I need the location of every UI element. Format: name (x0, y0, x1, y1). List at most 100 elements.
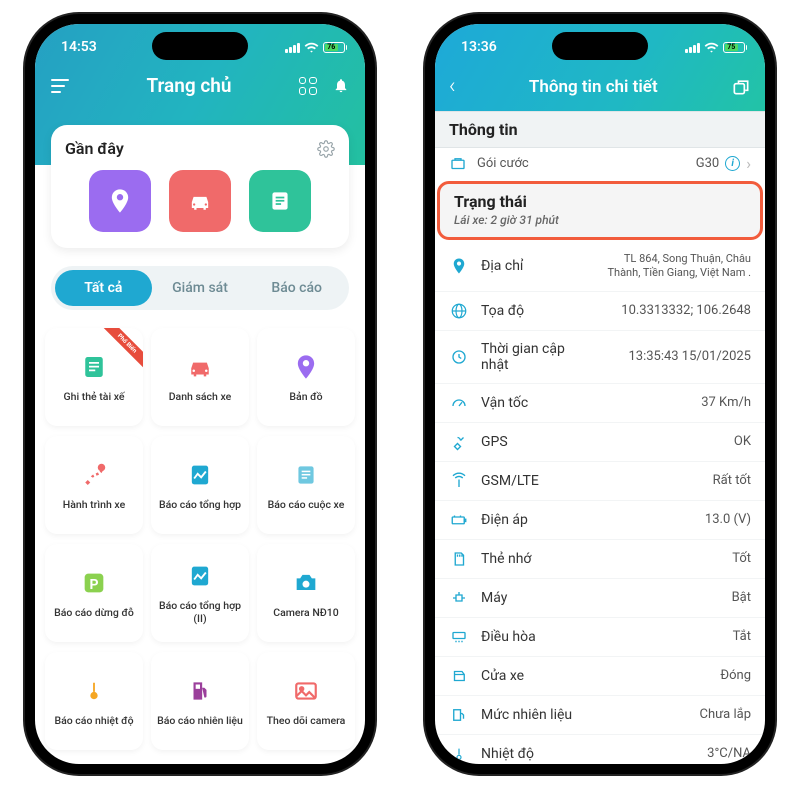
tab-all[interactable]: Tất cả (55, 270, 152, 306)
detail-label: Vận tốc (481, 395, 585, 411)
feature-summary-report-2[interactable]: Báo cáo tổng hợp (II) (151, 544, 249, 642)
title-bar: Trang chủ (35, 70, 365, 111)
svg-text:P: P (89, 577, 98, 593)
state-highlight-box: Trạng thái Lái xe: 2 giờ 31 phút (437, 181, 763, 240)
feature-camera-monitor[interactable]: Theo dõi camera (257, 652, 355, 750)
antenna-icon (449, 472, 469, 490)
detail-label: GPS (481, 434, 585, 450)
battery-level: 75 (725, 44, 739, 51)
section-info: Thông tin (435, 111, 765, 148)
detail-value: 3°C/NA (597, 746, 751, 761)
globe-icon (449, 302, 469, 320)
detail-value: OK (597, 434, 751, 449)
fuel-icon (449, 706, 469, 724)
ac-icon (449, 628, 469, 646)
pin-icon (449, 257, 469, 275)
tab-report[interactable]: Báo cáo (248, 270, 345, 306)
detail-list[interactable]: Địa chỉ TL 864, Song Thuận, Châu Thành, T… (435, 242, 765, 774)
detail-row: Cửa xeĐóng (435, 657, 765, 696)
wifi-icon (304, 40, 319, 55)
detail-value: 37 Km/h (597, 395, 751, 410)
menu-icon[interactable] (51, 79, 79, 93)
detail-value: Chưa lắp (597, 707, 751, 722)
clock-icon (449, 348, 469, 366)
recent-card: Gần đây (51, 125, 349, 248)
detail-label: Điện áp (481, 512, 585, 528)
thermometer-icon (78, 675, 110, 707)
engine-icon (449, 589, 469, 607)
detail-value: Bật (597, 590, 751, 605)
image-icon (290, 675, 322, 707)
detail-label: Địa chỉ (481, 258, 585, 274)
detail-value: 13:35:43 15/01/2025 (597, 349, 751, 364)
share-icon[interactable] (731, 77, 751, 97)
detail-row: GSM/LTE Rất tốt (435, 462, 765, 501)
grid-icon[interactable] (299, 77, 317, 95)
feature-driver-card-write[interactable]: Phổ Biến Ghi thẻ tài xế (45, 328, 143, 426)
detail-row: Tọa độ10.3313332; 106.2648 (435, 292, 765, 331)
feature-vehicle-list[interactable]: Danh sách xe (151, 328, 249, 426)
detail-label: Thẻ nhớ (481, 551, 585, 567)
recent-tile-location[interactable] (89, 170, 151, 232)
detail-label: GSM/LTE (481, 473, 585, 489)
state-subtitle: Lái xe: 2 giờ 31 phút (454, 213, 746, 227)
device-notch (152, 32, 248, 60)
cellular-icon (685, 42, 700, 53)
package-icon (449, 155, 467, 173)
detail-value: TL 864, Song Thuận, Châu Thành, Tiền Gia… (597, 252, 751, 281)
feature-trip[interactable]: Hành trình xe (45, 436, 143, 534)
detail-row: Địa chỉ TL 864, Song Thuận, Châu Thành, T… (435, 242, 765, 292)
row-package: Gói cước G30 i › (435, 148, 765, 179)
fuel-icon (184, 675, 216, 707)
feature-camera-nd10[interactable]: Camera NĐ10 (257, 544, 355, 642)
detail-row: Điều hòa Tắt (435, 618, 765, 657)
row-value: G30 (696, 156, 719, 171)
feature-fuel-report[interactable]: Báo cáo nhiên liệu (151, 652, 249, 750)
gauge-icon (449, 394, 469, 412)
camera-icon (290, 567, 322, 599)
row-label: Gói cước (477, 156, 529, 171)
detail-label: Cửa xe (481, 668, 585, 684)
feature-map[interactable]: Bản đồ (257, 328, 355, 426)
detail-value: Tắt (597, 629, 751, 644)
status-time: 13:36 (461, 39, 497, 55)
title-bar: ‹ Thông tin chi tiết (435, 70, 765, 111)
page-title: Trang chủ (146, 74, 231, 97)
detail-row: Nhiệt độ3°C/NA (435, 735, 765, 774)
detail-row: Vận tốc 37 Km/h (435, 384, 765, 423)
chevron-right-icon[interactable]: › (746, 154, 751, 173)
recent-tile-car[interactable] (169, 170, 231, 232)
device-notch (552, 32, 648, 60)
chart-doc-icon (184, 560, 216, 592)
page-title: Thông tin chi tiết (529, 77, 658, 97)
tab-monitor[interactable]: Giám sát (152, 270, 249, 306)
doc-lines-icon (290, 459, 322, 491)
detail-row: MáyBật (435, 579, 765, 618)
bell-icon[interactable] (333, 77, 349, 94)
sat-icon (449, 433, 469, 451)
parking-icon: P (78, 567, 110, 599)
feature-temp-report[interactable]: Báo cáo nhiệt độ (45, 652, 143, 750)
feature-trip-report[interactable]: Báo cáo cuộc xe (257, 436, 355, 534)
back-icon[interactable]: ‹ (449, 74, 456, 99)
car-icon (184, 351, 216, 383)
detail-label: Điều hòa (481, 629, 585, 645)
recent-tile-list[interactable] (249, 170, 311, 232)
status-time: 14:53 (61, 39, 97, 55)
info-icon[interactable]: i (725, 156, 740, 171)
state-title: Trạng thái (454, 192, 746, 211)
pin-icon (290, 351, 322, 383)
battery-icon: 75 (723, 42, 748, 53)
detail-value: 13.0 (V) (597, 512, 751, 527)
temp-icon (449, 745, 469, 763)
feature-summary-report[interactable]: Báo cáo tổng hợp (151, 436, 249, 534)
detail-label: Mức nhiên liệu (481, 707, 585, 723)
feature-stop-report[interactable]: P Báo cáo dừng đỗ (45, 544, 143, 642)
cellular-icon (285, 42, 300, 53)
detail-row: Thẻ nhớTốt (435, 540, 765, 579)
detail-row: GPS OK (435, 423, 765, 462)
feature-grid: Phổ Biến Ghi thẻ tài xế Danh sách xe Bản… (45, 328, 355, 750)
detail-label: Thời gian cập nhật (481, 341, 585, 373)
detail-value: Rất tốt (597, 473, 751, 488)
gear-icon[interactable] (317, 140, 335, 158)
